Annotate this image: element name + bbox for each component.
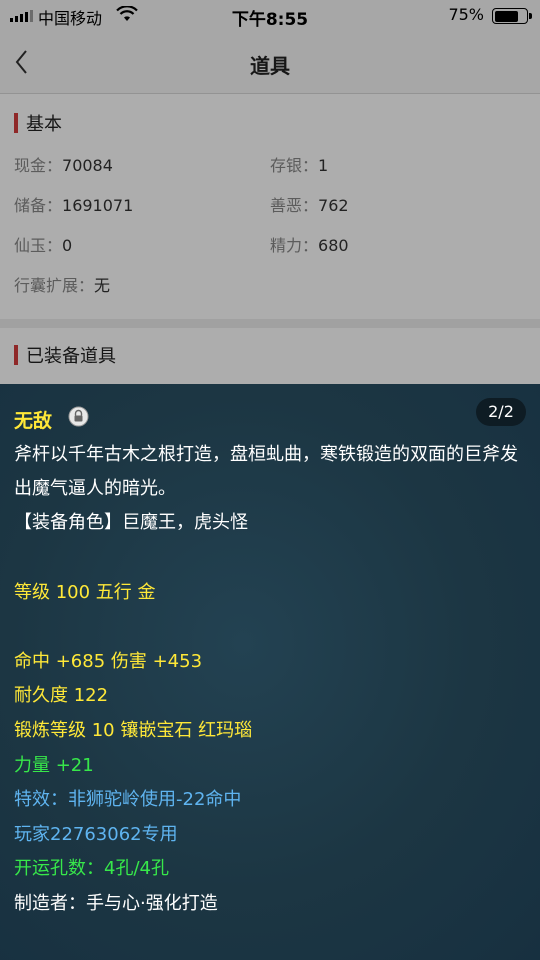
item-strength: 力量 +21 [14,755,94,776]
lock-icon [68,406,89,427]
item-name: 无敌 [14,410,53,432]
item-detail-panel: 无敌 2/2 斧杆以千年古木之根打造，盘桓虬曲，寒铁锻造的双面的巨斧发出魔气逼人… [0,384,540,960]
page-indicator: 2/2 [476,398,526,426]
item-durability: 耐久度 122 [14,685,109,706]
item-maker: 制造者：手与心·强化打造 [14,893,218,914]
item-luck-holes: 开运孔数：4孔/4孔 [14,858,169,879]
item-owner: 玩家22763062专用 [14,824,178,845]
item-equip-role: 【装备角色】巨魔王，虎头怪 [14,512,248,533]
item-special-effect: 特效：非狮驼岭使用-22命中 [14,789,242,810]
item-level-element: 等级 100 五行 金 [14,582,156,603]
item-description: 斧杆以千年古木之根打造，盘桓虬曲，寒铁锻造的双面的巨斧发出魔气逼人的暗光。 [14,444,518,499]
item-forge-gem: 锻炼等级 10 镶嵌宝石 红玛瑙 [14,720,253,741]
item-hit-damage: 命中 +685 伤害 +453 [14,651,203,672]
